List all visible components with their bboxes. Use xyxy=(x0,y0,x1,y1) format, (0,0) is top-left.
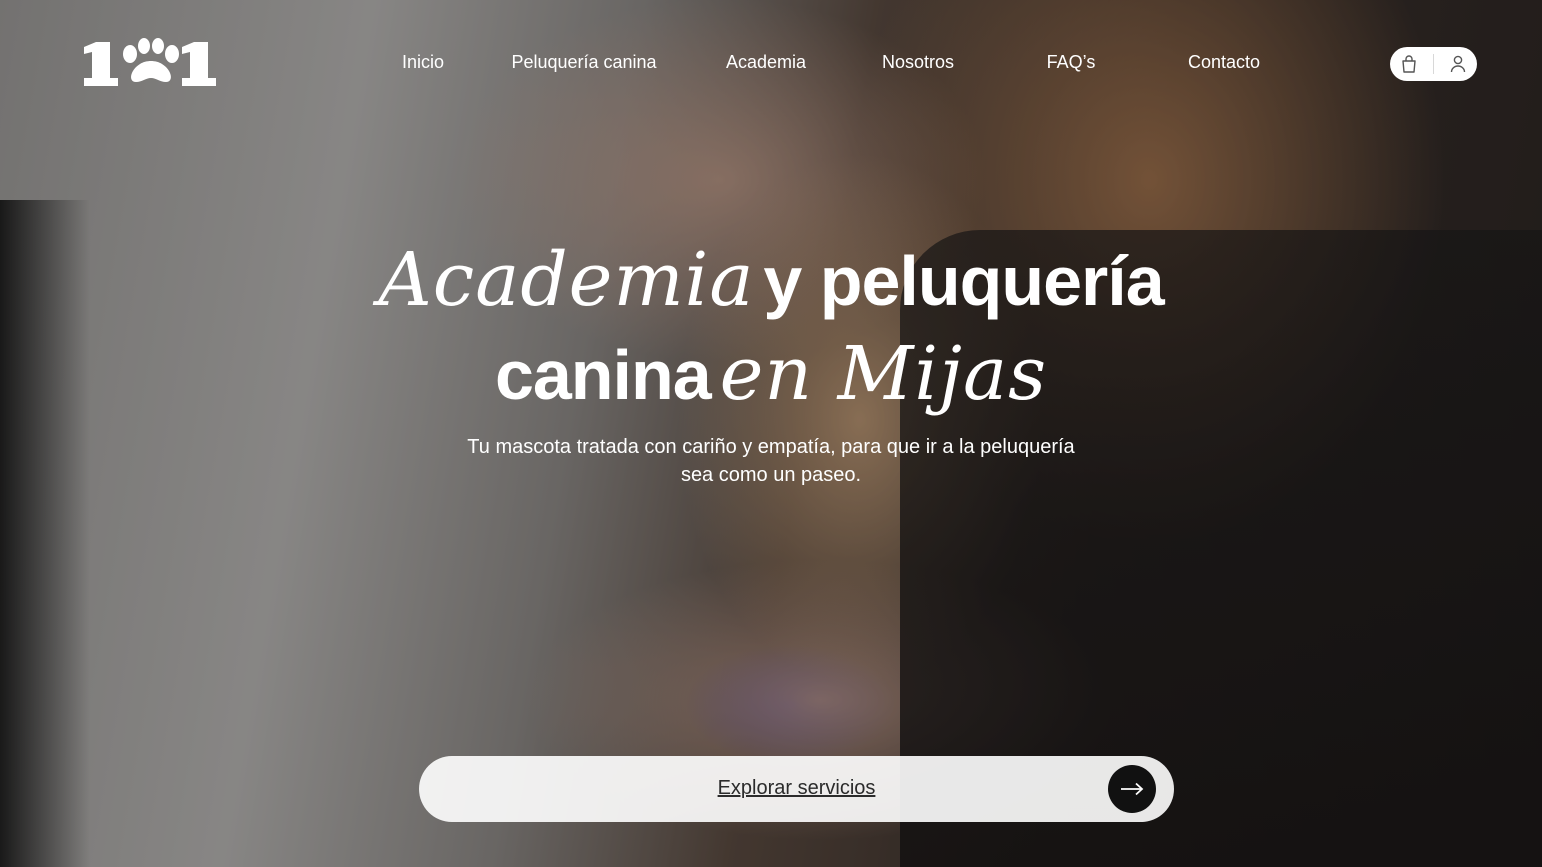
explore-services-label[interactable]: Explorar servicios xyxy=(419,777,1174,800)
headline-line-2: canina en Mijas xyxy=(0,334,1542,428)
headline-sans-peluqueria: y peluquería xyxy=(763,242,1164,320)
hero-headline: Academia y peluquería canina en Mijas xyxy=(0,240,1542,428)
nav-item-inicio[interactable]: Inicio xyxy=(402,52,444,73)
hero-section: Inicio Peluquería canina Academia Nosotr… xyxy=(0,0,1542,867)
nav-item-contacto[interactable]: Contacto xyxy=(1188,52,1260,73)
user-icon xyxy=(1450,55,1465,73)
explore-services-button[interactable]: Explorar servicios xyxy=(419,756,1174,822)
nav-item-academia[interactable]: Academia xyxy=(726,52,806,73)
account-button[interactable] xyxy=(1443,49,1473,79)
subtitle-line-2: sea como un paseo. xyxy=(680,464,862,486)
headline-sans-canina: canina xyxy=(494,336,712,414)
header-icon-group xyxy=(1390,47,1477,81)
nav-item-faqs[interactable]: FAQ’s xyxy=(1047,52,1096,73)
main-nav: Inicio Peluquería canina Academia Nosotr… xyxy=(0,52,1542,76)
nav-item-peluqueria-canina[interactable]: Peluquería canina xyxy=(511,52,656,73)
arrow-right-icon xyxy=(1121,782,1144,796)
headline-line-1: Academia y peluquería xyxy=(0,240,1542,334)
shopping-bag-icon xyxy=(1402,55,1417,73)
headline-serif-mijas: en Mijas xyxy=(719,331,1048,417)
subtitle-line-1: Tu mascota tratada con cariño y empatía,… xyxy=(467,436,1075,458)
nav-item-nosotros[interactable]: Nosotros xyxy=(882,52,954,73)
headline-serif-academia: Academia xyxy=(378,237,755,323)
cart-button[interactable] xyxy=(1394,49,1424,79)
icon-divider xyxy=(1432,54,1434,74)
hero-subtitle: Tu mascota tratada con cariño y empatía,… xyxy=(0,433,1542,489)
cta-arrow-button[interactable] xyxy=(1108,765,1156,813)
